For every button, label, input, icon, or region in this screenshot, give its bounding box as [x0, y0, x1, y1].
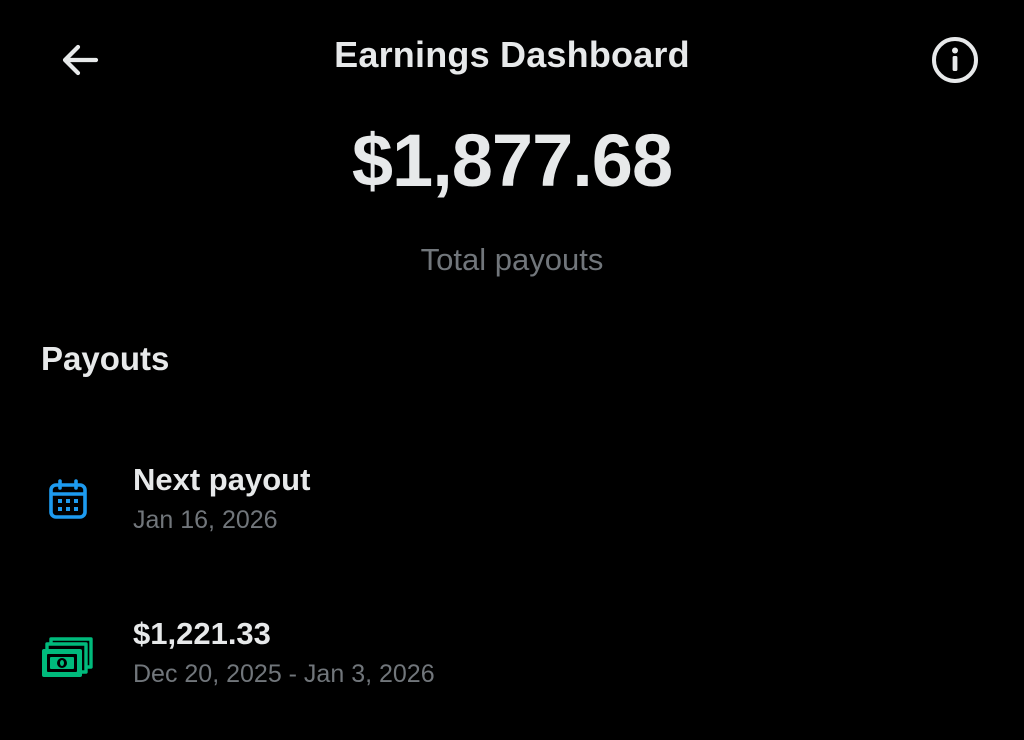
total-payouts-amount: $1,877.68: [351, 119, 673, 202]
next-payout-row[interactable]: Next payout Jan 16, 2026: [0, 446, 1024, 556]
payout-period: Dec 20, 2025 - Jan 3, 2026: [133, 660, 435, 688]
payout-history-row[interactable]: $1,221.33 Dec 20, 2025 - Jan 3, 2026: [0, 600, 1024, 710]
top-bar: Earnings Dashboard: [0, 0, 1024, 116]
info-button[interactable]: [925, 30, 985, 90]
info-circle-icon: [932, 37, 978, 83]
payout-amount: $1,221.33: [133, 616, 271, 651]
next-payout-title: Next payout: [133, 462, 311, 497]
calendar-icon: [40, 472, 96, 528]
payouts-section-title: Payouts: [41, 340, 170, 377]
page-title: Earnings Dashboard: [334, 34, 690, 75]
money-icon: [40, 630, 96, 686]
total-payouts-label: Total payouts: [420, 242, 604, 277]
next-payout-date: Jan 16, 2026: [133, 506, 278, 534]
